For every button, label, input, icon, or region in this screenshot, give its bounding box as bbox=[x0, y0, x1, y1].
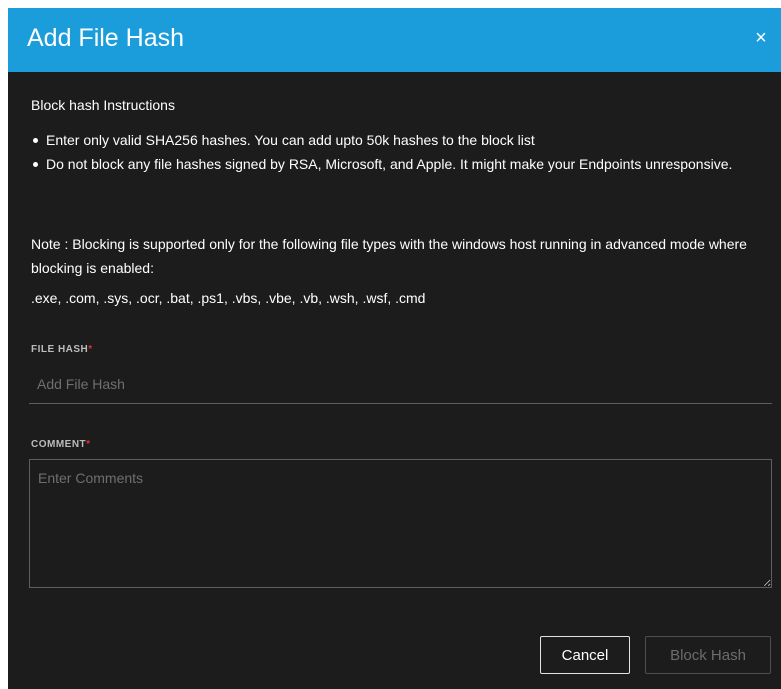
dialog-header: Add File Hash × bbox=[8, 8, 781, 72]
cancel-button[interactable]: Cancel bbox=[540, 636, 630, 674]
required-marker: * bbox=[86, 439, 91, 450]
dialog-body: Block hash Instructions Enter only valid… bbox=[8, 72, 781, 689]
supported-file-types: .exe, .com, .sys, .ocr, .bat, .ps1, .vbs… bbox=[31, 290, 426, 306]
instruction-item: Enter only valid SHA256 hashes. You can … bbox=[31, 128, 771, 152]
close-icon[interactable]: × bbox=[749, 24, 773, 52]
comment-textarea[interactable] bbox=[29, 459, 772, 588]
comment-label-text: COMMENT bbox=[31, 439, 87, 450]
blocking-note: Note : Blocking is supported only for th… bbox=[31, 236, 747, 276]
file-hash-label-text: FILE HASH bbox=[31, 344, 89, 355]
add-file-hash-dialog: Add File Hash × Block hash Instructions … bbox=[8, 8, 781, 689]
instructions-heading: Block hash Instructions bbox=[31, 97, 175, 113]
file-hash-label: FILE HASH* bbox=[31, 344, 93, 355]
instruction-item: Do not block any file hashes signed by R… bbox=[31, 152, 771, 176]
file-hash-input[interactable] bbox=[29, 364, 772, 404]
dialog-title: Add File Hash bbox=[27, 24, 185, 52]
comment-label: COMMENT* bbox=[31, 439, 91, 450]
block-hash-button[interactable]: Block Hash bbox=[645, 636, 771, 674]
required-marker: * bbox=[88, 344, 93, 355]
instructions-list: Enter only valid SHA256 hashes. You can … bbox=[31, 128, 771, 176]
